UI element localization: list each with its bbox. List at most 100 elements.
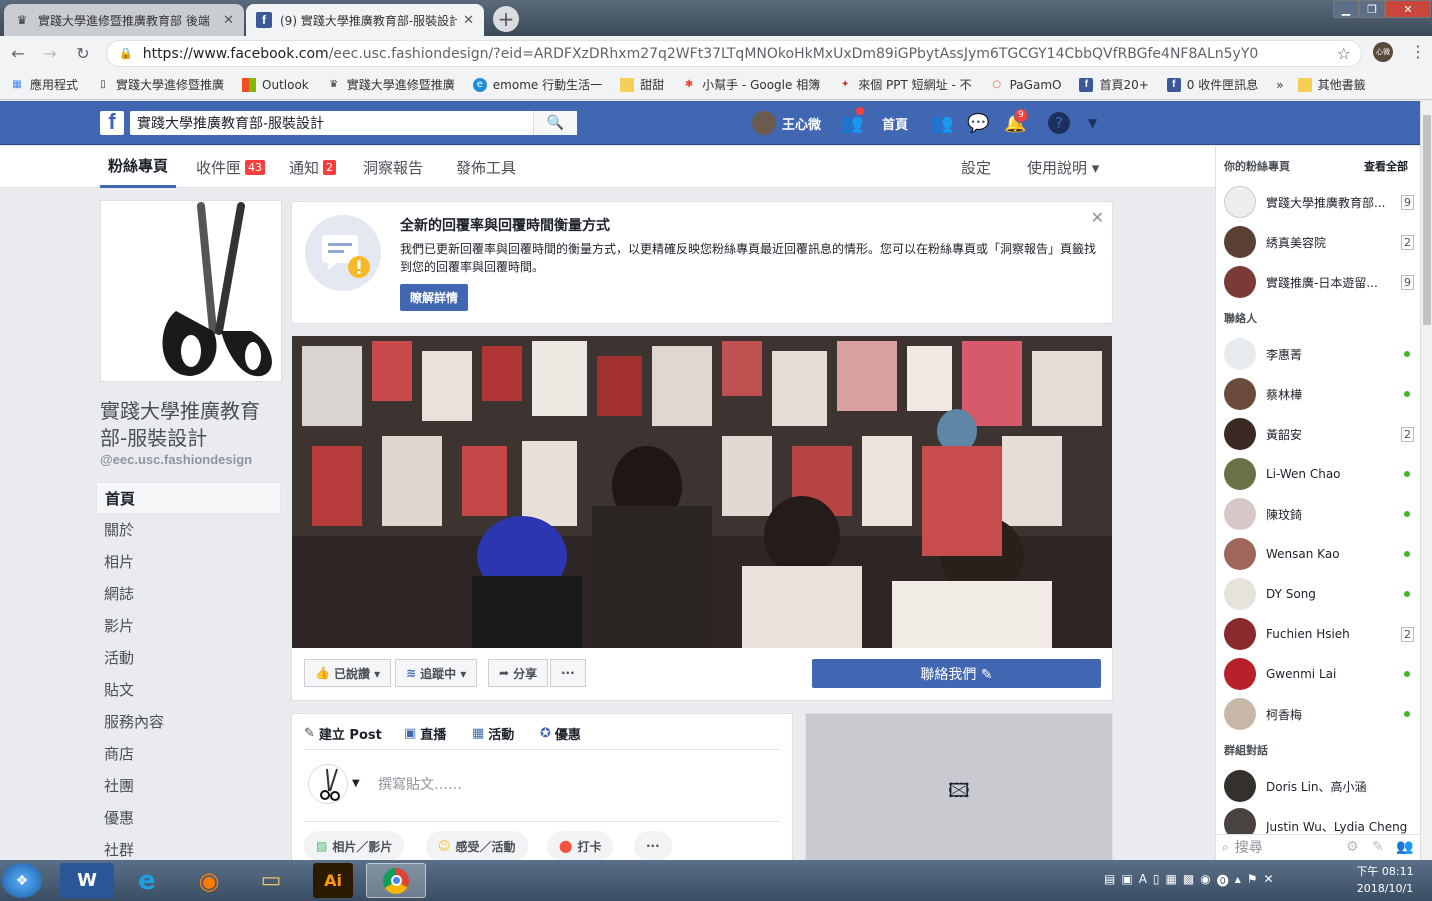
photo-video-button[interactable]: ▨ 相片／影片 — [304, 831, 405, 861]
bookmark-overflow[interactable]: » — [1276, 78, 1283, 92]
reload-icon[interactable]: ↻ — [73, 44, 93, 63]
left-nav-item[interactable]: 服務內容 — [96, 706, 281, 738]
left-nav-item[interactable]: 首頁 — [96, 482, 281, 514]
flag-icon[interactable]: ⚑ — [1247, 872, 1258, 889]
bookmark-item[interactable]: Outlook — [242, 77, 309, 92]
file-explorer-icon[interactable]: ▭ — [244, 863, 298, 898]
gear-icon[interactable]: ⚙ — [1346, 839, 1359, 855]
page-profile-picture[interactable] — [100, 200, 282, 382]
friend-requests-icon[interactable]: 👥 — [841, 113, 863, 134]
home-link[interactable]: 首頁 — [882, 101, 908, 145]
tray-icon[interactable]: ▯ — [1153, 872, 1160, 889]
tray-icon[interactable]: ⓿ — [1217, 872, 1229, 889]
close-tab-icon[interactable]: ✕ — [463, 13, 474, 28]
bookmark-item[interactable]: f0 收件匣訊息 — [1166, 76, 1258, 93]
scrollbar-thumb[interactable] — [1423, 115, 1431, 325]
page-list-item[interactable]: 實踐大學推廣教育部... 9 — [1224, 184, 1414, 220]
contact-item[interactable]: 柯香梅 — [1224, 696, 1414, 732]
contact-item[interactable]: Li-Wen Chao — [1224, 456, 1414, 492]
group-chat-item[interactable]: Doris Lin、高小涵 — [1224, 768, 1414, 804]
word-icon[interactable]: W — [60, 863, 114, 898]
illustrator-icon[interactable]: Ai — [313, 863, 353, 898]
contact-item[interactable]: Wensan Kao — [1224, 536, 1414, 572]
minimize-button[interactable]: ▁ — [1333, 0, 1359, 18]
add-photo-placeholder[interactable]: 🖾 — [805, 713, 1113, 863]
bookmark-star-icon[interactable]: ☆ — [1337, 44, 1351, 63]
start-button[interactable]: ❖ — [2, 863, 42, 898]
page-list-item[interactable]: 實踐推廣-日本遊留... 9 — [1224, 264, 1414, 300]
speaker-icon[interactable]: ✕ — [1264, 872, 1274, 889]
post-text-input[interactable]: 撰寫貼文…… — [378, 774, 462, 794]
more-actions-button[interactable]: ··· — [550, 659, 586, 687]
tray-icon[interactable]: ▦ — [1166, 872, 1177, 889]
feeling-activity-button[interactable]: ☺ 感受／活動 — [426, 831, 528, 861]
bookmark-item[interactable]: 其他書籤 — [1297, 76, 1366, 93]
composer-tab-create-post[interactable]: ✎ 建立 Post — [304, 724, 382, 743]
contact-item[interactable]: 李惠菁 — [1224, 336, 1414, 372]
bookmark-item[interactable]: ✦ 來個 PPT 短網址 - 不 — [838, 76, 972, 93]
learn-more-button[interactable]: 瞭解詳情 — [400, 284, 469, 311]
bookmark-item[interactable]: f 首頁20+ — [1079, 76, 1149, 93]
address-bar[interactable]: 🔒 https://www.facebook.com/eec.usc.fashi… — [106, 40, 1362, 67]
maximize-button[interactable]: ❐ — [1359, 0, 1385, 18]
page-scrollbar[interactable] — [1420, 101, 1432, 860]
following-button[interactable]: ≋ 追蹤中 ▾ — [395, 659, 478, 687]
composer-tab-offer[interactable]: ✪ 優惠 — [540, 724, 581, 743]
contact-item[interactable]: 黃韶安 2 — [1224, 416, 1414, 452]
group-chat-item[interactable]: Justin Wu、Lydia Cheng — [1224, 808, 1414, 834]
composer-tab-live[interactable]: ▣ 直播 — [404, 724, 446, 743]
help-icon[interactable]: ? — [1048, 112, 1070, 134]
bookmark-item[interactable]: ○ PaGamO — [990, 78, 1061, 92]
bookmark-item[interactable]: ♛ 實踐大學進修暨推廣 — [327, 76, 455, 93]
left-nav-item[interactable]: 社團 — [96, 770, 281, 802]
tab-inbox[interactable]: 收件匣 43 — [196, 146, 266, 188]
contact-item[interactable]: DY Song — [1224, 576, 1414, 612]
facebook-search-input[interactable]: 實踐大學推廣教育部-服裝設計 🔍 — [130, 111, 577, 135]
tab-page[interactable]: 粉絲專頁 — [100, 146, 177, 188]
browser-tab-inactive[interactable]: ♛ 實踐大學進修暨推廣教育部 後端 ✕ — [4, 4, 244, 36]
post-as-caret-icon[interactable]: ▼ — [352, 778, 360, 789]
close-icon[interactable]: ✕ — [1091, 208, 1104, 227]
compose-icon[interactable]: ✎ — [1372, 839, 1384, 855]
internet-explorer-icon[interactable]: e — [120, 863, 174, 898]
search-icon[interactable]: 🔍 — [533, 111, 577, 135]
user-profile-link[interactable]: 王心微 — [752, 101, 821, 145]
back-arrow-icon[interactable]: ← — [8, 44, 28, 63]
see-all-link[interactable]: 查看全部 — [1364, 158, 1408, 174]
contact-us-button[interactable]: 聯絡我們 ✎ — [812, 659, 1101, 688]
page-list-item[interactable]: 綉真美容院 2 — [1224, 224, 1414, 260]
bookmark-item[interactable]: ✱ 小幫手 - Google 相簿 — [682, 76, 820, 93]
page-handle[interactable]: @eec.usc.fashiondesign — [100, 452, 252, 467]
tray-icon[interactable]: ▩ — [1183, 872, 1194, 889]
browser-tab-active[interactable]: f (9) 實踐大學推廣教育部-服裝設計 ✕ — [246, 4, 484, 36]
new-group-icon[interactable]: 👥 — [1396, 839, 1413, 855]
chrome-icon[interactable] — [366, 863, 426, 898]
left-nav-item[interactable]: 關於 — [96, 514, 281, 546]
share-button[interactable]: ➦ 分享 — [488, 659, 549, 687]
facebook-logo-icon[interactable]: f — [100, 109, 124, 135]
tab-help[interactable]: 使用說明 ▾ — [1027, 146, 1099, 188]
left-nav-item[interactable]: 優惠 — [96, 802, 281, 834]
contact-item[interactable]: 蔡林樺 — [1224, 376, 1414, 412]
tray-icon[interactable]: ▤ — [1104, 872, 1115, 889]
bookmark-item[interactable]: ▦ 應用程式 — [10, 76, 78, 93]
profile-avatar[interactable]: 心微 — [1373, 42, 1393, 62]
tray-icon[interactable]: A — [1139, 872, 1147, 889]
close-tab-icon[interactable]: ✕ — [223, 13, 234, 28]
check-in-button[interactable]: ⬤ 打卡 — [547, 831, 614, 861]
tray-icon[interactable]: ▴ — [1235, 872, 1241, 889]
liked-button[interactable]: 👍 已說讚 ▾ — [304, 659, 392, 687]
close-window-button[interactable]: ✕ — [1385, 0, 1431, 18]
bookmark-item[interactable]: 甜甜 — [620, 76, 664, 93]
tab-notifications[interactable]: 通知 2 — [289, 146, 337, 188]
tab-insights[interactable]: 洞察報告 — [363, 146, 423, 188]
bookmark-item[interactable]: e emome 行動生活一 — [472, 76, 602, 93]
tab-settings[interactable]: 設定 — [961, 146, 991, 188]
left-nav-item[interactable]: 貼文 — [96, 674, 281, 706]
chat-search-input[interactable]: ⌕ 搜尋 ⚙ ✎ 👥 — [1216, 834, 1420, 859]
more-options-button[interactable]: ··· — [634, 831, 672, 861]
left-nav-item[interactable]: 相片 — [96, 546, 281, 578]
tray-icon[interactable]: ▣ — [1121, 872, 1132, 889]
cover-photo[interactable] — [292, 336, 1112, 648]
tray-icon[interactable]: ◉ — [1200, 872, 1210, 889]
